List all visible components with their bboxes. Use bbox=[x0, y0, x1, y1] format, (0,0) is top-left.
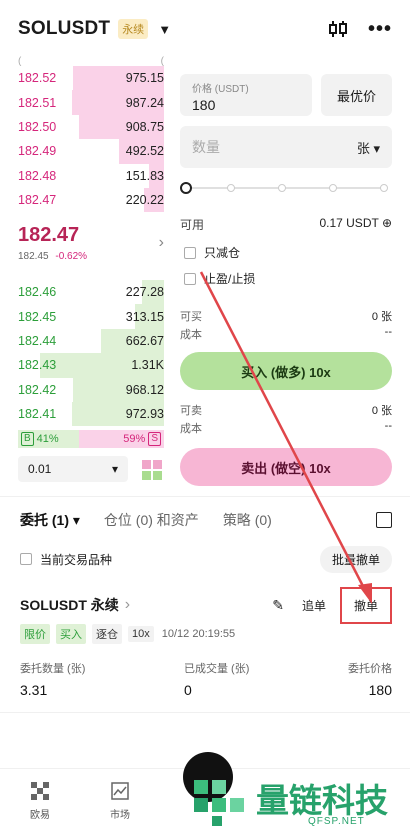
ask-price: 182.50 bbox=[18, 119, 57, 134]
bid-amount: 968.12 bbox=[125, 382, 164, 397]
ask-price: 182.47 bbox=[18, 193, 57, 208]
bid-amount: 227.28 bbox=[125, 285, 164, 300]
bid-amount: 1.31K bbox=[131, 358, 164, 373]
bid-price: 182.42 bbox=[18, 382, 57, 397]
ask-amount: 151.83 bbox=[125, 168, 164, 183]
ask-amount: 220.22 bbox=[125, 193, 164, 208]
watermark-logo bbox=[194, 780, 244, 826]
ask-price: 182.49 bbox=[18, 144, 57, 159]
nav-market[interactable]: 市场 bbox=[80, 769, 160, 833]
ask-amount: 908.75 bbox=[125, 119, 164, 134]
chart-icon bbox=[111, 781, 129, 800]
ask-amount: 492.52 bbox=[125, 144, 164, 159]
bid-price: 182.41 bbox=[18, 407, 57, 422]
nav-home[interactable]: 欧易 bbox=[0, 769, 80, 833]
bid-amount: 313.15 bbox=[125, 309, 164, 324]
bid-price: 182.43 bbox=[18, 358, 57, 373]
ask-price: 182.48 bbox=[18, 168, 57, 183]
bid-price: 182.44 bbox=[18, 333, 57, 348]
annotation-arrow bbox=[199, 271, 372, 604]
bid-price: 182.45 bbox=[18, 309, 57, 324]
bid-amount: 972.93 bbox=[125, 407, 164, 422]
watermark: 量链科技 QFSP.NET bbox=[188, 772, 404, 830]
bid-amount: 662.67 bbox=[125, 333, 164, 348]
ask-price: 182.52 bbox=[18, 71, 57, 86]
ask-amount: 975.15 bbox=[125, 71, 164, 86]
ask-price: 182.51 bbox=[18, 95, 57, 110]
bid-price: 182.46 bbox=[18, 285, 57, 300]
ask-amount: 987.24 bbox=[125, 95, 164, 110]
watermark-site: QFSP.NET bbox=[308, 816, 365, 827]
logo-icon bbox=[31, 781, 49, 800]
watermark-brand: 量链科技 bbox=[256, 782, 388, 819]
